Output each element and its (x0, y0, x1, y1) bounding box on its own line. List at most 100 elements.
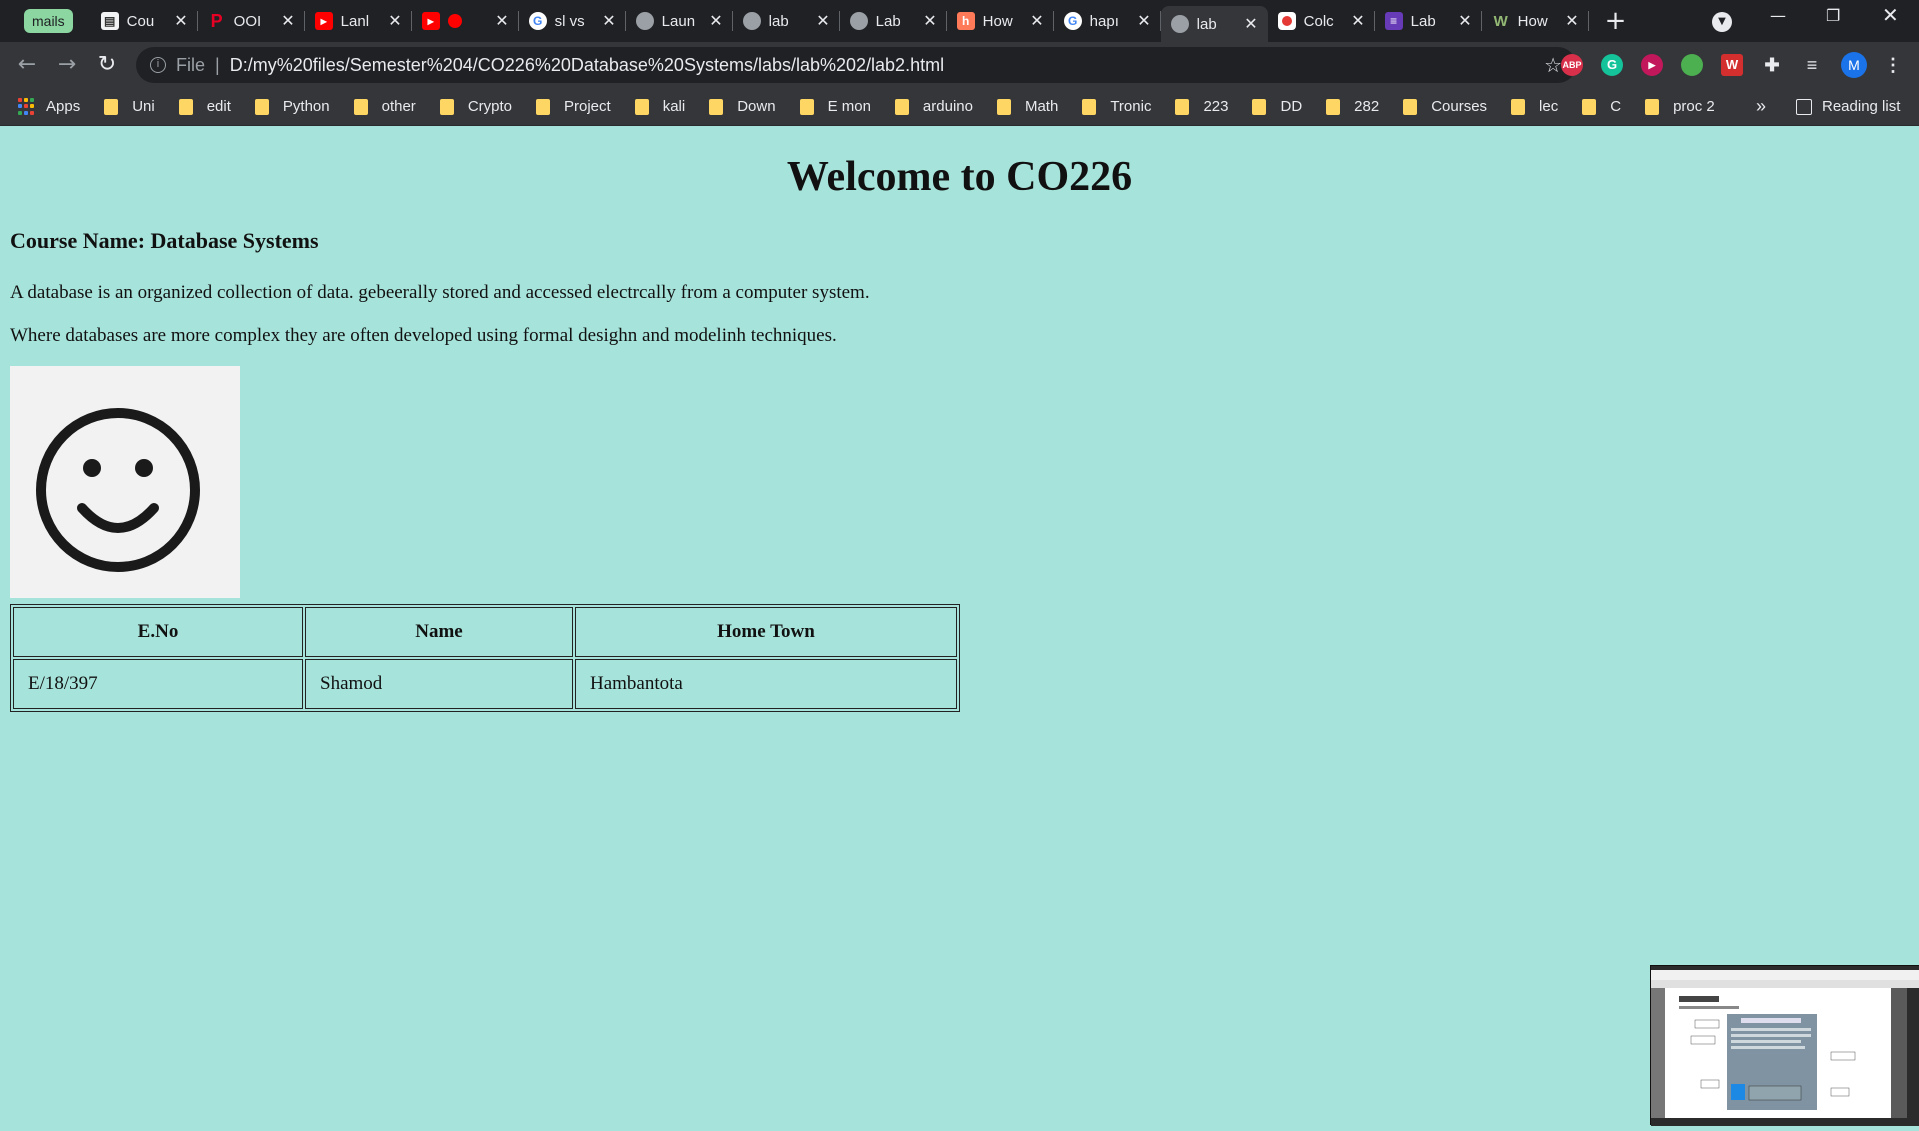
reload-icon[interactable]: ↻ (92, 50, 122, 80)
tab-title: Cou (126, 12, 155, 30)
browser-tab[interactable]: ▶ Lanl ✕ (305, 0, 412, 42)
bookmark-label: 282 (1354, 98, 1380, 115)
folder-icon (1511, 98, 1526, 115)
close-tab-icon[interactable]: ✕ (923, 11, 936, 31)
bookmark-folder[interactable]: C (1582, 98, 1621, 115)
bookmark-folder[interactable]: proc 2 (1645, 98, 1715, 115)
folder-icon (439, 98, 454, 115)
bookmark-folder[interactable]: E mon (799, 98, 871, 115)
minimize-icon[interactable]: — (1770, 6, 1786, 25)
bookmarks-bar: Apps Uni edit Python other Crypto Projec… (0, 88, 1919, 126)
bookmark-label: Project (564, 98, 611, 115)
bookmark-folder[interactable]: arduino (894, 98, 973, 115)
more-bookmarks-icon[interactable]: » (1756, 96, 1766, 117)
folder-icon (178, 98, 193, 115)
document-preview-icon (1651, 966, 1919, 1126)
wikihow-icon: W (1493, 12, 1508, 30)
google-icon: G (1063, 12, 1082, 30)
close-tab-icon[interactable]: ✕ (1137, 11, 1150, 31)
browser-tab[interactable]: W How ✕ (1482, 0, 1589, 42)
office-icon[interactable]: W (1721, 54, 1743, 76)
browser-tab[interactable]: G hapı ✕ (1054, 0, 1161, 42)
url-text[interactable]: D:/my%20files/Semester%204/CO226%20Datab… (230, 55, 944, 76)
bookmark-label: arduino (922, 98, 973, 115)
tab-title: hapı (1089, 12, 1119, 30)
close-tab-icon[interactable]: ✕ (1244, 14, 1257, 34)
bookmark-apps[interactable]: Apps (18, 97, 80, 116)
tab-title: Lab (1410, 12, 1436, 30)
forward-arrow-icon[interactable]: → (52, 50, 82, 80)
browser-tab[interactable]: Lab ✕ (840, 0, 947, 42)
close-tab-icon[interactable]: ✕ (1458, 11, 1471, 31)
folder-icon (1326, 98, 1341, 115)
close-tab-icon[interactable]: ✕ (1565, 11, 1578, 31)
bookmark-folder[interactable]: Down (709, 98, 776, 115)
new-tab-icon[interactable]: + (1605, 6, 1627, 36)
tab-group-chip[interactable]: mails (24, 9, 73, 33)
bookmark-folder[interactable]: Python (254, 98, 330, 115)
close-tab-icon[interactable]: ✕ (602, 11, 615, 31)
info-icon[interactable]: i (150, 57, 166, 73)
bookmark-folder[interactable]: Courses (1403, 98, 1487, 115)
tab-title: lab (1196, 15, 1217, 33)
close-tab-icon[interactable]: ✕ (1030, 11, 1043, 31)
media-control-icon[interactable]: ≡ (1801, 54, 1823, 76)
close-tab-icon[interactable]: ✕ (174, 11, 187, 31)
reading-list-button[interactable]: Reading list (1796, 98, 1900, 115)
browser-tab[interactable]: G sl vs ✕ (519, 0, 626, 42)
browser-tab[interactable]: P OOI ✕ (198, 0, 305, 42)
profile-avatar[interactable]: M (1841, 52, 1867, 78)
page-heading: Welcome to CO226 (786, 154, 1133, 200)
close-tab-icon[interactable]: ✕ (709, 11, 722, 31)
browser-tab[interactable]: Colc ✕ (1268, 0, 1375, 42)
table-row: E/18/397 Shamod Hambantota (13, 659, 957, 709)
bookmark-label: E mon (827, 98, 871, 115)
browser-tab[interactable]: h How ✕ (947, 0, 1054, 42)
close-tab-icon[interactable]: ✕ (495, 11, 508, 31)
browser-tab[interactable]: lab ✕ (733, 0, 840, 42)
grammarly-icon[interactable]: G (1601, 54, 1623, 76)
recording-dot-icon (447, 14, 462, 28)
reading-list-icon (1796, 98, 1812, 115)
browser-tab[interactable]: Laun ✕ (626, 0, 733, 42)
tab-title: How (982, 12, 1013, 30)
bookmark-folder[interactable]: Crypto (439, 98, 512, 115)
bookmark-folder[interactable]: Project (536, 98, 611, 115)
tab-title: sl vs (554, 12, 585, 30)
close-tab-icon[interactable]: ✕ (388, 11, 401, 31)
back-arrow-icon[interactable]: ← (12, 50, 42, 80)
bookmark-label: Crypto (467, 98, 512, 115)
bookmark-folder[interactable]: 223 (1175, 98, 1228, 115)
media-player-icon[interactable]: ▶ (1641, 54, 1663, 76)
bookmark-folder[interactable]: edit (178, 98, 231, 115)
bookmark-folder[interactable]: lec (1511, 98, 1558, 115)
bookmark-folder[interactable]: 282 (1326, 98, 1379, 115)
bookmark-star-icon[interactable]: ☆ (1544, 53, 1562, 78)
browser-tab[interactable]: ▶ ✕ (412, 0, 519, 42)
folder-icon (799, 98, 814, 115)
browser-tab-active[interactable]: lab ✕ (1160, 6, 1268, 42)
bookmark-label: other (381, 98, 416, 115)
bookmark-folder[interactable]: Math (996, 98, 1058, 115)
close-tab-icon[interactable]: ✕ (816, 11, 829, 31)
browser-tab[interactable]: ≡ Lab ✕ (1375, 0, 1482, 42)
color-picker-icon[interactable] (1681, 54, 1703, 76)
screenshot-preview-thumbnail[interactable] (1650, 965, 1919, 1126)
bookmark-folder[interactable]: Tronic (1082, 98, 1151, 115)
folder-icon (1252, 98, 1267, 115)
close-tab-icon[interactable]: ✕ (1351, 11, 1364, 31)
restore-icon[interactable]: ❐ (1826, 6, 1840, 25)
tab-search-icon[interactable]: ▼ (1712, 12, 1732, 32)
close-tab-icon[interactable]: ✕ (281, 11, 294, 31)
address-bar[interactable]: i File | D:/my%20files/Semester%204/CO22… (136, 47, 1576, 83)
bookmark-folder[interactable]: Uni (104, 98, 155, 115)
extensions-puzzle-icon[interactable]: ✚ (1761, 54, 1783, 76)
close-window-icon[interactable]: ✕ (1882, 3, 1899, 27)
browser-tab[interactable]: ▤ Cou ✕ (91, 0, 198, 42)
menu-dots-icon[interactable]: ⋮ (1882, 54, 1904, 76)
bookmark-folder[interactable]: other (353, 98, 416, 115)
adblock-icon[interactable]: ABP (1561, 54, 1583, 76)
bookmark-folder[interactable]: kali (634, 98, 685, 115)
bookmark-folder[interactable]: DD (1252, 98, 1302, 115)
folder-icon (634, 98, 649, 115)
